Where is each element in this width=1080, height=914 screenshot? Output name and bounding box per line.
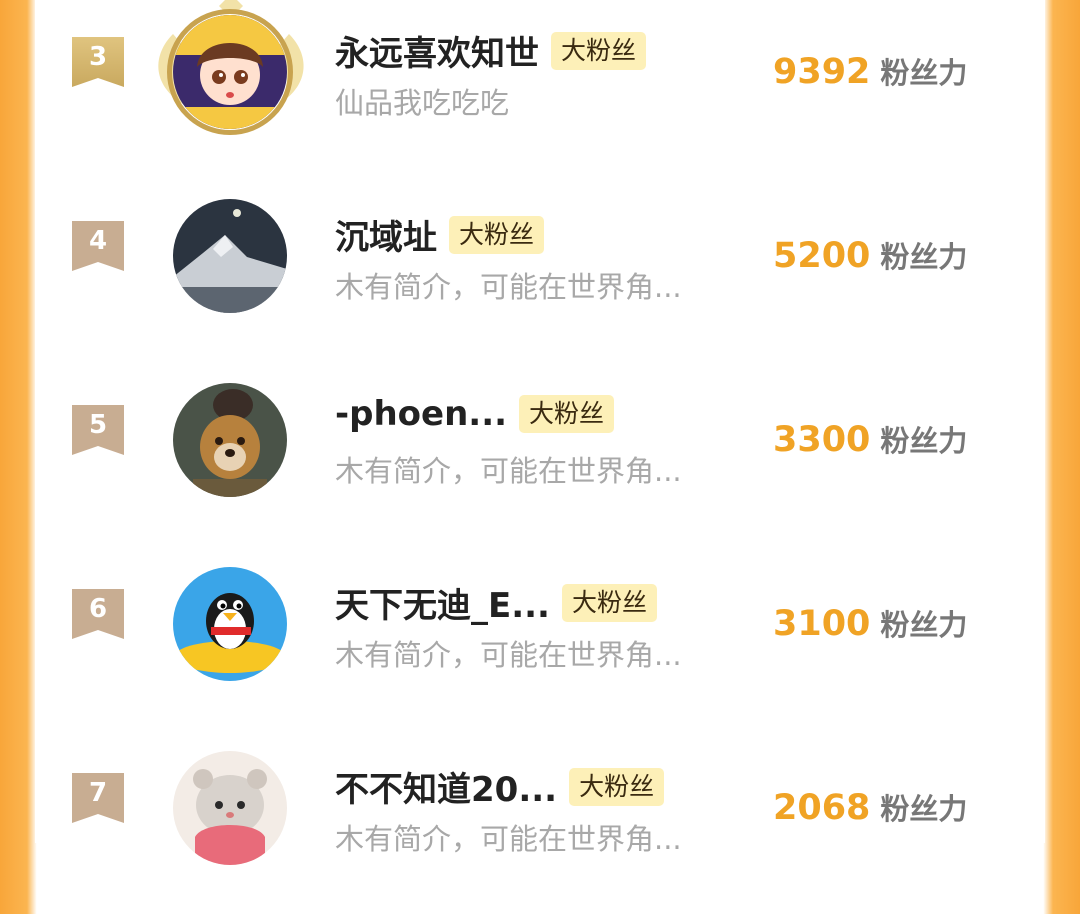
- user-bio: 木有简介，可能在世界角...: [335, 822, 682, 856]
- fan-power-score: 3100 粉丝力: [773, 602, 967, 644]
- leaderboard-row[interactable]: 6 天下无迪_E... 大粉丝 木有简介，可能在世界角... 3100 粉丝力: [35, 546, 1045, 730]
- fan-power-score: 9392 粉丝力: [773, 50, 967, 92]
- user-name[interactable]: -phoen...: [335, 394, 507, 434]
- user-name[interactable]: 天下无迪_E...: [335, 578, 550, 627]
- name-line: 天下无迪_E... 大粉丝: [335, 578, 657, 627]
- name-line: 永远喜欢知世 大粉丝: [335, 26, 647, 75]
- rank-ribbon-badge: 5: [72, 405, 124, 455]
- fan-power-unit: 粉丝力: [880, 56, 968, 90]
- user-avatar[interactable]: [173, 567, 287, 681]
- leaderboard-row[interactable]: 7 不不知道20... 大粉丝 木有简介，可能在世界角... 2068 粉丝力: [35, 730, 1045, 914]
- big-fan-badge: 大粉丝: [551, 31, 647, 70]
- fan-power-value: 3300: [773, 420, 871, 460]
- name-line: 沉域址 大粉丝: [335, 210, 545, 259]
- fan-power-unit: 粉丝力: [880, 792, 968, 826]
- user-avatar[interactable]: [173, 383, 287, 497]
- fan-power-value: 3100: [773, 604, 871, 644]
- big-fan-badge: 大粉丝: [449, 215, 545, 254]
- fan-leaderboard-panel: 3 永远喜欢知世 大粉丝 仙品我吃吃吃 9392 粉丝力 4 沉域址 大粉丝 木…: [35, 0, 1045, 865]
- leaderboard-row[interactable]: 3 永远喜欢知世 大粉丝 仙品我吃吃吃 9392 粉丝力: [35, 0, 1045, 178]
- fan-power-score: 5200 粉丝力: [773, 234, 967, 276]
- rank-ribbon-badge: 3: [72, 37, 124, 87]
- avatar-gold-ring: [167, 9, 293, 135]
- user-avatar[interactable]: [173, 199, 287, 313]
- user-name[interactable]: 永远喜欢知世: [335, 26, 539, 75]
- fan-power-score: 3300 粉丝力: [773, 418, 967, 460]
- leaderboard-row[interactable]: 4 沉域址 大粉丝 木有简介，可能在世界角... 5200 粉丝力: [35, 178, 1045, 362]
- fan-power-unit: 粉丝力: [880, 424, 968, 458]
- rank-ribbon-badge: 7: [72, 773, 124, 823]
- big-fan-badge: 大粉丝: [519, 395, 615, 433]
- user-bio: 木有简介，可能在世界角...: [335, 454, 682, 488]
- user-avatar[interactable]: [173, 751, 287, 865]
- user-bio: 木有简介，可能在世界角...: [335, 270, 682, 304]
- fan-power-value: 9392: [773, 52, 871, 92]
- rank-ribbon-badge: 4: [72, 221, 124, 271]
- name-line: -phoen... 大粉丝: [335, 394, 615, 434]
- fan-power-value: 5200: [773, 236, 871, 276]
- fan-power-unit: 粉丝力: [880, 240, 968, 274]
- user-bio: 仙品我吃吃吃: [335, 86, 510, 120]
- name-line: 不不知道20... 大粉丝: [335, 762, 665, 811]
- fan-power-value: 2068: [773, 788, 871, 828]
- big-fan-badge: 大粉丝: [569, 767, 665, 806]
- user-name[interactable]: 不不知道20...: [335, 762, 557, 811]
- big-fan-badge: 大粉丝: [561, 583, 657, 622]
- fan-power-score: 2068 粉丝力: [773, 786, 967, 828]
- rank-ribbon-badge: 6: [72, 589, 124, 639]
- user-name[interactable]: 沉域址: [335, 210, 437, 259]
- user-bio: 木有简介，可能在世界角...: [335, 638, 682, 672]
- leaderboard-row[interactable]: 5 -phoen... 大粉丝 木有简介，可能在世界角... 3300 粉丝力: [35, 362, 1045, 546]
- fan-power-unit: 粉丝力: [880, 608, 968, 642]
